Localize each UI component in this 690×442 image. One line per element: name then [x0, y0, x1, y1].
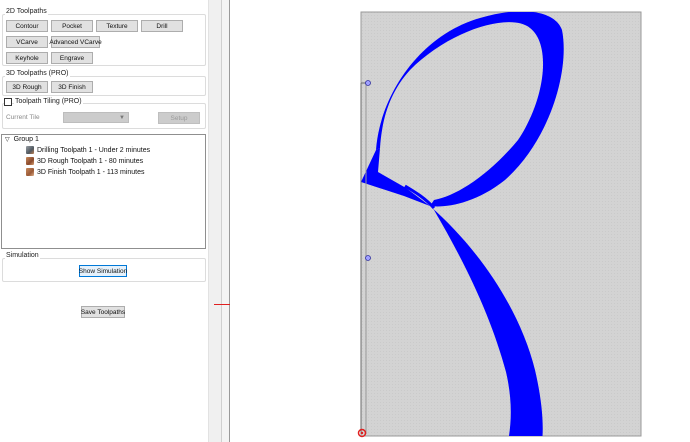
setup-button[interactable]: Setup [158, 112, 200, 124]
toolpaths-2d-title: 2D Toolpaths [5, 8, 48, 15]
current-tile-select[interactable]: ▼ [63, 112, 129, 123]
advanced-vcarve-button[interactable]: Advanced VCarve [49, 36, 102, 48]
tree-item-label: 3D Finish Toolpath 1 - 113 minutes [37, 168, 145, 176]
guide-handle-top[interactable] [365, 80, 371, 86]
tree-item-3d-finish[interactable]: 3D Finish Toolpath 1 - 113 minutes [26, 168, 145, 176]
show-simulation-button[interactable]: Show Simulation [79, 265, 127, 277]
toolpath-panel: 2D Toolpaths Contour Pocket Texture Dril… [0, 0, 208, 442]
guide-handle-middle[interactable] [365, 255, 371, 261]
save-toolpaths-button[interactable]: Save Toolpaths [81, 306, 125, 318]
tree-item-3d-rough[interactable]: 3D Rough Toolpath 1 - 80 minutes [26, 157, 143, 165]
toolpath-tree[interactable]: ▽ Group 1 Drilling Toolpath 1 - Under 2 … [1, 134, 206, 249]
chevron-down-icon: ▽ [5, 137, 10, 143]
vertical-ruler [214, 0, 230, 442]
simulation-title: Simulation [5, 252, 40, 259]
origin-marker-dot [360, 431, 364, 435]
finish-toolpath-icon [26, 168, 34, 176]
3d-finish-button[interactable]: 3D Finish [51, 81, 93, 93]
drill-button[interactable]: Drill [141, 20, 183, 32]
panel-scrollbar[interactable] [208, 0, 222, 442]
3d-rough-button[interactable]: 3D Rough [6, 81, 48, 93]
chevron-down-icon: ▼ [119, 115, 125, 121]
app-window: 2D Toolpaths Contour Pocket Texture Dril… [0, 0, 690, 442]
toolpath-tiling-checkbox[interactable] [4, 98, 12, 106]
toolpath-tiling-label: Toolpath Tiling (PRO) [14, 98, 83, 105]
drill-toolpath-icon [26, 146, 34, 154]
tree-group-label: Group 1 [13, 136, 39, 143]
current-tile-label: Current Tile [6, 114, 40, 121]
pocket-button[interactable]: Pocket [51, 20, 93, 32]
ruler-position-marker [214, 304, 230, 305]
contour-button[interactable]: Contour [6, 20, 48, 32]
tree-item-drilling[interactable]: Drilling Toolpath 1 - Under 2 minutes [26, 146, 150, 154]
keyhole-button[interactable]: Keyhole [6, 52, 48, 64]
toolpaths-3d-title: 3D Toolpaths (PRO) [5, 70, 70, 77]
design-canvas[interactable] [230, 0, 690, 442]
rough-toolpath-icon [26, 157, 34, 165]
engrave-button[interactable]: Engrave [51, 52, 93, 64]
vcarve-button[interactable]: VCarve [6, 36, 48, 48]
tree-item-label: 3D Rough Toolpath 1 - 80 minutes [37, 157, 144, 165]
tree-item-label: Drilling Toolpath 1 - Under 2 minutes [37, 146, 151, 154]
tree-group-expander[interactable]: ▽ Group 1 [5, 136, 39, 143]
texture-button[interactable]: Texture [96, 20, 138, 32]
canvas-svg [357, 11, 642, 438]
